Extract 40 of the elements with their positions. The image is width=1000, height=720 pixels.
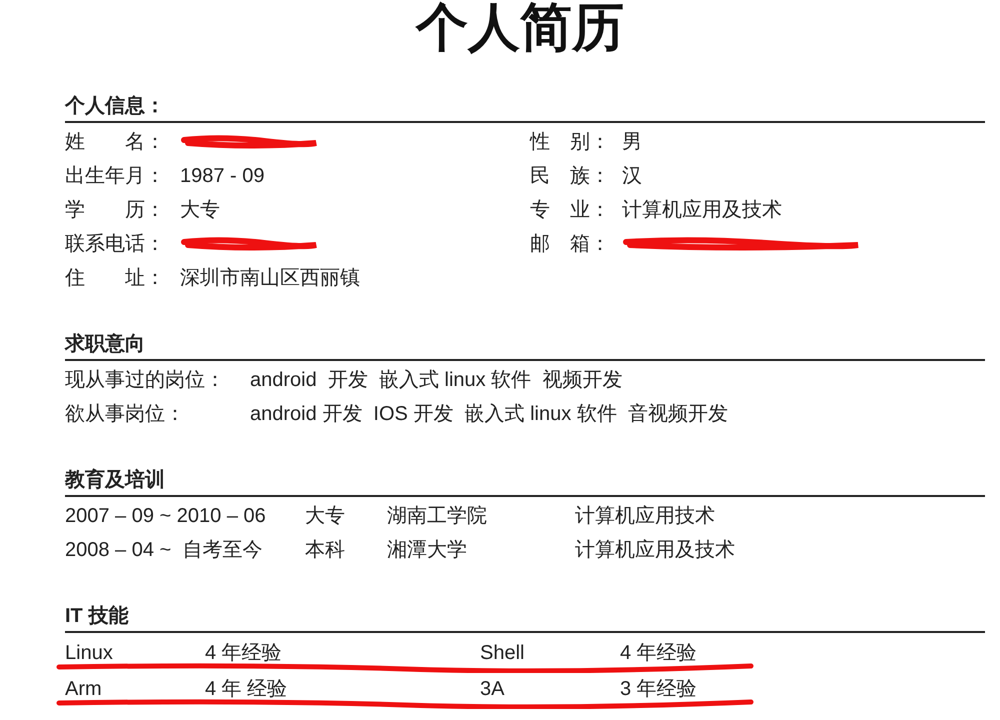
field-value: 1987 - 09 [180, 164, 265, 190]
field-value: 计算机应用及技术 [622, 198, 782, 224]
table-cell-text: 3A [480, 677, 506, 702]
field-label: 住 址： [65, 266, 166, 292]
field-label: 出生年月： [65, 164, 166, 190]
table-cell-text: 4 年经验 [205, 641, 283, 666]
field-label: 姓 名： [65, 130, 166, 156]
section-heading: 教育及培训 [65, 467, 166, 494]
field-label: 民 族： [530, 164, 611, 190]
field-label: 专 业： [530, 198, 611, 224]
table-cell-text: Arm [65, 677, 103, 702]
field-label: 现从事过的岗位： [65, 368, 226, 394]
table-cell-text: 湖南工学院 [387, 504, 488, 530]
table-cell-text: 计算机应用技术 [575, 504, 716, 530]
field-value: android 开发 IOS 开发 嵌入式 linux 软件 音视频开发 [250, 402, 728, 428]
section-heading: IT 技能 [65, 604, 130, 630]
field-value: 大专 [180, 198, 220, 224]
table-cell-text: 4 年经验 [620, 641, 698, 666]
table-cell-text: 2007 – 09 ~ 2010 – 06 [65, 504, 267, 530]
field-label: 邮 箱： [530, 232, 611, 258]
field-value: 汉 [622, 164, 642, 190]
field-value: android 开发 嵌入式 linux 软件 视频开发 [250, 368, 622, 394]
field-label: 学 历： [65, 198, 166, 224]
table-cell-text: 4 年 经验 [205, 677, 288, 702]
field-label: 欲从事岗位： [65, 402, 186, 428]
section-heading: 个人信息： [65, 94, 166, 120]
table-cell-text: 2008 – 04 ~ 自考至今 [65, 538, 264, 564]
table-cell-text: Shell [480, 641, 526, 666]
field-label: 联系电话： [65, 232, 166, 258]
section-heading: 求职意向 [65, 332, 146, 358]
table-cell-text: 湘潭大学 [387, 538, 468, 564]
table-cell-text: 计算机应用及技术 [575, 538, 736, 564]
field-label: 性 别： [530, 130, 611, 156]
table-cell-text: Linux [65, 641, 114, 666]
field-value: 男 [622, 130, 642, 156]
document-title: 个人简历 [414, 0, 625, 58]
field-value: 深圳市南山区西丽镇 [180, 266, 360, 292]
table-cell-text: 3 年经验 [620, 677, 698, 702]
table-cell-text: 大专 [305, 504, 346, 530]
table-cell-text: 本科 [305, 538, 346, 564]
